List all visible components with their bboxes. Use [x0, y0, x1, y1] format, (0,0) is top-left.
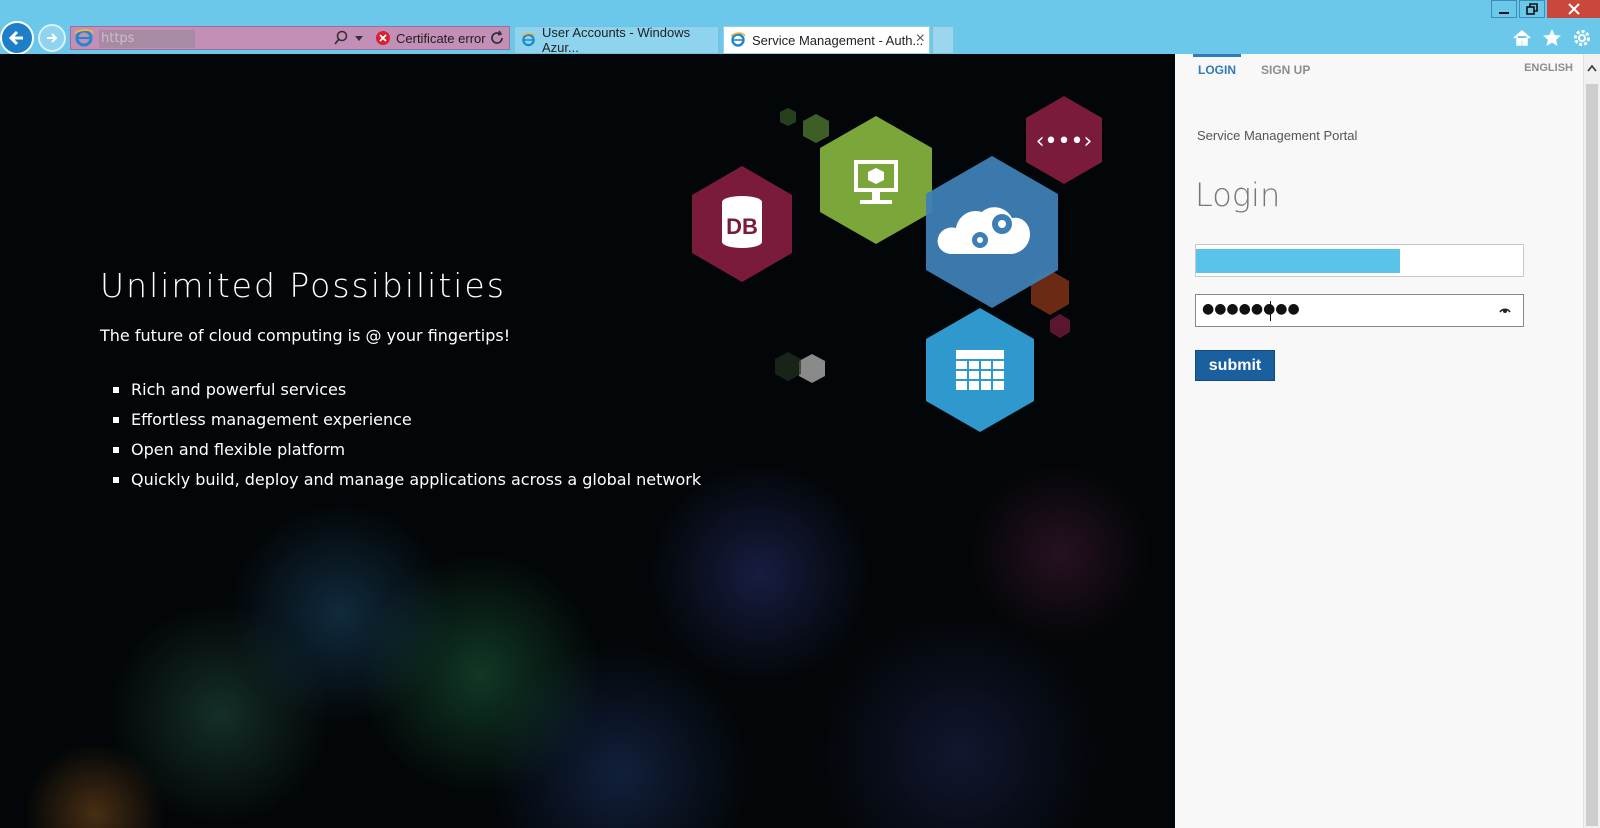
feature-item: Effortless management experience [113, 410, 701, 440]
svg-text:‹•••›: ‹•••› [1036, 129, 1093, 154]
certificate-error-text[interactable]: Certificate error [396, 31, 486, 46]
settings-gear-icon[interactable] [1572, 28, 1592, 48]
favorites-star-icon[interactable] [1542, 28, 1562, 48]
submit-button[interactable]: submit [1195, 350, 1275, 381]
portal-name: Service Management Portal [1197, 128, 1358, 143]
username-field[interactable] [1195, 244, 1524, 277]
deco-hexagon [780, 108, 796, 126]
show-password-icon[interactable] [1499, 305, 1511, 315]
back-button[interactable] [0, 21, 34, 55]
tab-label: User Accounts - Windows Azur... [541, 25, 691, 55]
feature-list: Rich and powerful services Effortless ma… [113, 380, 701, 500]
browser-chrome: https Certificate error User Accounts - … [0, 0, 1600, 55]
scroll-up-arrow-icon[interactable] [1587, 64, 1597, 72]
minimize-icon [1499, 12, 1509, 14]
network-icon: ‹•••› [1026, 96, 1102, 184]
browser-tab-service-management[interactable]: Service Management - Auth... × [723, 26, 930, 54]
tab-login[interactable]: LOGIN [1193, 54, 1241, 84]
new-tab-button[interactable] [932, 26, 954, 54]
deco-hexagon [775, 352, 801, 381]
refresh-icon[interactable] [489, 30, 505, 46]
login-heading: Login [1195, 176, 1281, 214]
monitor-icon [820, 116, 932, 244]
close-tab-icon[interactable]: × [916, 30, 925, 48]
tab-sign-up[interactable]: SIGN UP [1261, 54, 1310, 84]
deco-hexagon [803, 114, 829, 143]
address-bar[interactable]: https Certificate error [70, 26, 510, 50]
deco-hexagon [1050, 314, 1070, 338]
browser-tab-user-accounts[interactable]: User Accounts - Windows Azur... [514, 25, 719, 55]
search-icon[interactable] [333, 30, 349, 46]
feature-item: Open and flexible platform [113, 440, 701, 470]
service-hexagons: DB ‹•••› [692, 96, 1102, 432]
deco-hexagon [799, 354, 825, 383]
tab-label: Service Management - Auth... [752, 32, 924, 48]
password-field[interactable]: ●●●●●●●● [1195, 294, 1524, 327]
scrollbar-thumb[interactable] [1586, 84, 1598, 826]
url-text[interactable]: https [99, 30, 195, 48]
username-redacted [1196, 249, 1400, 273]
forward-button[interactable] [38, 24, 66, 52]
ie-tab-icon [730, 32, 746, 47]
close-window-button[interactable] [1547, 0, 1600, 18]
language-selector[interactable]: ENGLISH [1524, 62, 1573, 74]
home-icon[interactable] [1512, 28, 1532, 48]
login-panel: LOGIN SIGN UP ENGLISH Service Management… [1175, 54, 1583, 828]
close-icon [1567, 3, 1580, 15]
password-mask: ●●●●●●●● [1202, 301, 1300, 317]
restore-icon [1526, 3, 1538, 15]
minimize-button[interactable] [1491, 0, 1517, 18]
hero-title: Unlimited Possibilities [100, 266, 506, 305]
hero-subtitle: The future of cloud computing is @ your … [100, 326, 511, 345]
feature-item: Rich and powerful services [113, 380, 701, 410]
dropdown-arrow-icon[interactable] [355, 36, 363, 42]
restore-button[interactable] [1519, 0, 1545, 18]
ie-logo-icon [74, 29, 94, 47]
table-icon [926, 308, 1034, 432]
back-arrow-icon [8, 30, 23, 46]
ie-tab-icon [521, 32, 536, 47]
forward-arrow-icon [47, 33, 58, 43]
certificate-error-icon[interactable] [376, 31, 390, 45]
hero-section: Unlimited Possibilities The future of cl… [0, 54, 1175, 828]
feature-item: Quickly build, deploy and manage applica… [113, 470, 701, 500]
scrollbar[interactable] [1583, 54, 1600, 828]
database-icon: DB [692, 166, 792, 282]
text-caret [1270, 301, 1271, 321]
svg-text:DB: DB [726, 214, 758, 239]
